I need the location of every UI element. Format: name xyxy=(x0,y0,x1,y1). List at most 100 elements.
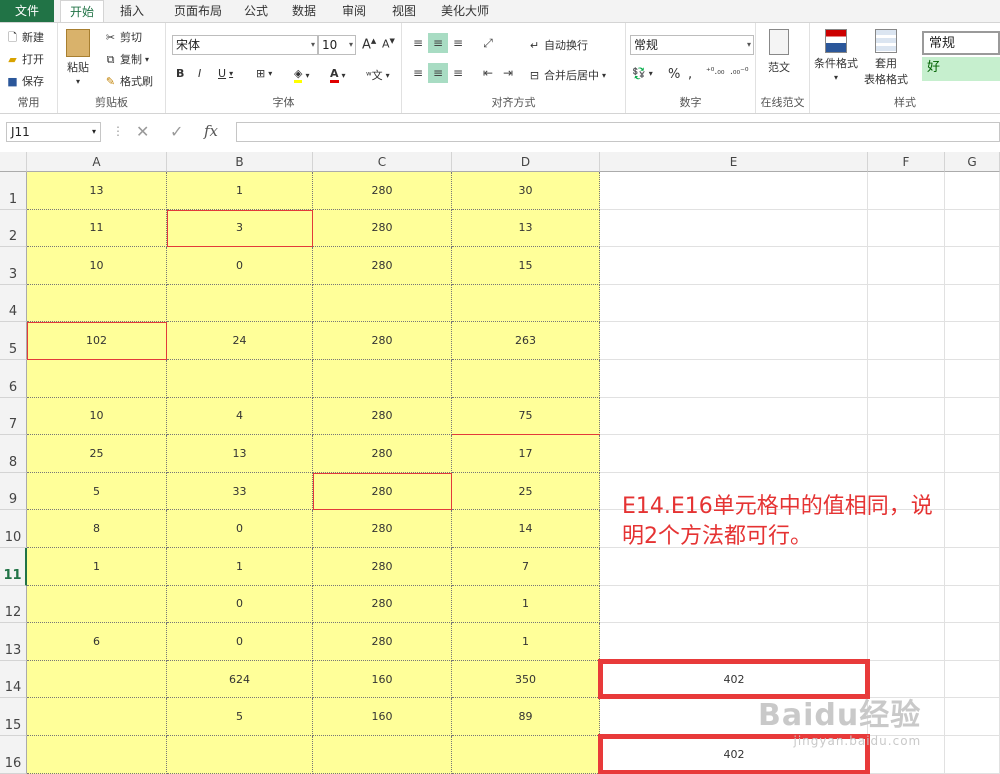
cell-b14[interactable]: 624 xyxy=(167,660,313,699)
cell-g16[interactable] xyxy=(945,736,1000,774)
cell-b13[interactable]: 0 xyxy=(167,623,313,661)
row-header-2[interactable]: 2 xyxy=(0,209,27,248)
save-button[interactable]: ■ 保存 xyxy=(6,73,44,89)
row-header-9[interactable]: 9 xyxy=(0,472,27,511)
cell-a12[interactable] xyxy=(27,585,167,624)
cell-f12[interactable] xyxy=(868,585,945,624)
cell-f8[interactable] xyxy=(868,435,945,473)
column-header-c[interactable]: C xyxy=(313,152,452,172)
tab-view[interactable]: 视图 xyxy=(384,0,424,22)
formula-input[interactable] xyxy=(236,122,1000,142)
decrease-indent-button[interactable]: ⇤ xyxy=(478,63,498,83)
cell-b7[interactable]: 4 xyxy=(167,397,313,436)
cell-a8[interactable]: 25 xyxy=(27,435,167,473)
row-header-3[interactable]: 3 xyxy=(0,247,27,285)
align-center-button[interactable]: ≡ xyxy=(428,63,448,83)
underline-button[interactable]: U ▾ xyxy=(218,67,233,80)
bold-button[interactable]: B xyxy=(176,67,184,80)
cell-g3[interactable] xyxy=(945,247,1000,285)
grow-font-button[interactable]: A▲ xyxy=(362,37,376,52)
percent-button[interactable]: % xyxy=(668,67,680,82)
cell-b1[interactable]: 1 xyxy=(167,172,313,210)
align-left-button[interactable]: ≡ xyxy=(408,63,428,83)
cell-e6[interactable] xyxy=(600,360,868,398)
merge-center-button[interactable]: ⊟ 合并后居中 ▾ xyxy=(528,67,606,83)
column-header-e[interactable]: E xyxy=(600,152,868,172)
cell-e5[interactable] xyxy=(600,322,868,360)
cell-f1[interactable] xyxy=(868,172,945,210)
cell-e12[interactable] xyxy=(600,585,868,624)
cell-g9[interactable] xyxy=(945,472,1000,511)
tab-home[interactable]: 开始 xyxy=(60,0,104,22)
align-top-button[interactable]: ≡ xyxy=(408,33,428,53)
font-color-button[interactable]: A ▾ xyxy=(330,67,346,83)
cell-c10[interactable]: 280 xyxy=(313,510,452,548)
cell-a9[interactable]: 5 xyxy=(27,472,167,511)
cell-g8[interactable] xyxy=(945,435,1000,473)
number-format-select[interactable]: 常规 ▾ xyxy=(630,35,754,55)
style-normal[interactable]: 常规 xyxy=(922,31,1000,55)
shrink-font-button[interactable]: A▼ xyxy=(382,37,395,51)
align-bottom-button[interactable]: ≡ xyxy=(448,33,468,53)
cell-g5[interactable] xyxy=(945,322,1000,360)
cell-b3[interactable]: 0 xyxy=(167,247,313,285)
increase-decimal-button[interactable]: ⁺⁰.₀₀ xyxy=(706,67,724,77)
cell-c12[interactable]: 280 xyxy=(313,585,452,624)
tab-beautify-master[interactable]: 美化大师 xyxy=(432,0,498,22)
cell-d10[interactable]: 14 xyxy=(452,510,600,548)
name-box[interactable]: J11 ▾ xyxy=(6,122,101,142)
align-right-button[interactable]: ≡ xyxy=(448,63,468,83)
cell-b11[interactable]: 1 xyxy=(167,548,313,586)
font-name-select[interactable]: 宋体 ▾ xyxy=(172,35,318,55)
cell-c2[interactable]: 280 xyxy=(313,209,452,248)
cell-a14[interactable] xyxy=(27,660,167,699)
cell-c5[interactable]: 280 xyxy=(313,322,452,360)
cell-d9[interactable]: 25 xyxy=(452,472,600,511)
confirm-icon[interactable]: ✓ xyxy=(170,122,183,141)
row-header-1[interactable]: 1 xyxy=(0,172,27,210)
cell-b5[interactable]: 24 xyxy=(167,322,313,360)
cell-g12[interactable] xyxy=(945,585,1000,624)
template-button[interactable]: 范文 xyxy=(768,29,790,75)
new-button[interactable]: 🗋 新建 xyxy=(6,29,44,45)
row-header-7[interactable]: 7 xyxy=(0,397,27,436)
cell-c4[interactable] xyxy=(313,284,452,323)
open-button[interactable]: ▰ 打开 xyxy=(6,51,44,67)
increase-indent-button[interactable]: ⇥ xyxy=(498,63,518,83)
cell-e1[interactable] xyxy=(600,172,868,210)
cell-b2[interactable]: 3 xyxy=(167,209,313,248)
cell-e3[interactable] xyxy=(600,247,868,285)
cell-d5[interactable]: 263 xyxy=(452,322,600,360)
italic-button[interactable]: I xyxy=(198,67,201,80)
cell-d11[interactable]: 7 xyxy=(452,548,600,586)
column-header-a[interactable]: A xyxy=(27,152,167,172)
cell-g6[interactable] xyxy=(945,360,1000,398)
paste-button[interactable]: 粘贴 ▾ xyxy=(66,29,90,86)
cell-b8[interactable]: 13 xyxy=(167,435,313,473)
cell-f6[interactable] xyxy=(868,360,945,398)
row-header-6[interactable]: 6 xyxy=(0,360,27,398)
borders-button[interactable]: ⊞ ▾ xyxy=(256,67,272,80)
cell-c11[interactable]: 280 xyxy=(313,548,452,586)
cell-a3[interactable]: 10 xyxy=(27,247,167,285)
tab-data[interactable]: 数据 xyxy=(284,0,324,22)
cell-d4[interactable] xyxy=(452,284,600,323)
cell-g14[interactable] xyxy=(945,660,1000,699)
cell-g15[interactable] xyxy=(945,698,1000,736)
cell-c8[interactable]: 280 xyxy=(313,435,452,473)
cell-d15[interactable]: 89 xyxy=(452,698,600,736)
cell-e13[interactable] xyxy=(600,623,868,661)
cell-a11[interactable]: 1 xyxy=(27,548,167,586)
cell-e2[interactable] xyxy=(600,209,868,248)
cell-c14[interactable]: 160 xyxy=(313,660,452,699)
cell-b10[interactable]: 0 xyxy=(167,510,313,548)
cell-a10[interactable]: 8 xyxy=(27,510,167,548)
cell-g13[interactable] xyxy=(945,623,1000,661)
cell-f11[interactable] xyxy=(868,548,945,586)
cell-b4[interactable] xyxy=(167,284,313,323)
cell-c16[interactable] xyxy=(313,736,452,774)
format-as-table-button[interactable]: 套用 表格格式 xyxy=(864,29,908,87)
comma-button[interactable]: , xyxy=(688,67,692,82)
cell-b12[interactable]: 0 xyxy=(167,585,313,624)
cell-d13[interactable]: 1 xyxy=(452,623,600,661)
